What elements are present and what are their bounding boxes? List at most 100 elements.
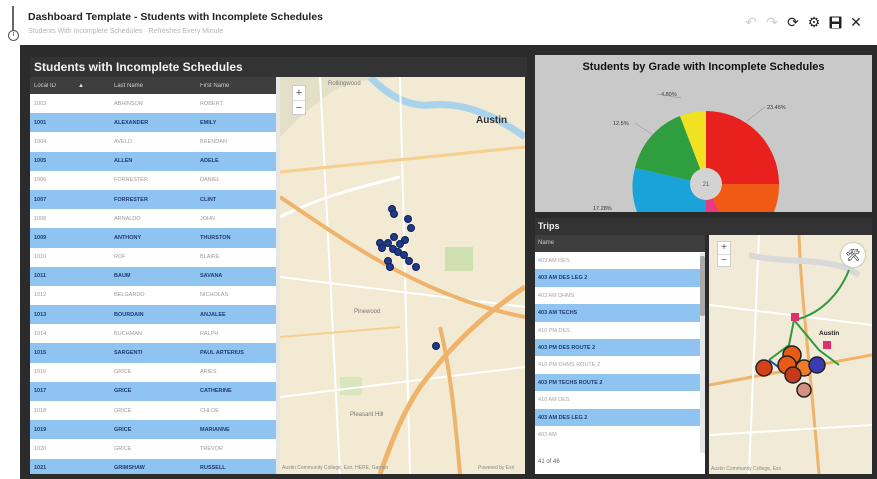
trip-list-item[interactable]: 403 AM DES LEG 2 — [535, 408, 705, 426]
cell-last-name: Anthony — [114, 234, 142, 241]
tools-button[interactable]: 🛠 — [841, 243, 865, 267]
cell-first-name: Nicholas — [200, 292, 229, 299]
student-location-marker[interactable] — [412, 263, 420, 271]
trips-map-attribution: Austin Community College, Esri — [711, 466, 782, 472]
trips-panel-title: Trips — [535, 218, 872, 235]
pie-center-label: 21 — [703, 182, 710, 188]
zoom-in-button[interactable]: + — [293, 86, 305, 100]
trips-map-basemap: Austin — [709, 235, 872, 474]
table-row[interactable]: 1005 Allen Adele — [30, 151, 278, 171]
table-row[interactable]: 1008 Arnaldo John — [30, 209, 278, 228]
zoom-out-button[interactable]: − — [718, 254, 730, 266]
column-header-first-name[interactable]: First Name — [186, 83, 278, 89]
cell-last-name: Grimshaw — [114, 465, 145, 472]
trip-list-item[interactable]: 410 AM DES — [535, 391, 705, 408]
close-icon[interactable]: ✕ — [849, 14, 863, 30]
cell-first-name: Aries — [200, 369, 217, 376]
cell-local-id: 1015 — [34, 350, 47, 357]
pie-label: 12.5% — [613, 121, 629, 127]
table-row[interactable]: 1001 Alexander Emily — [30, 113, 278, 133]
cell-local-id: 1010 — [34, 254, 47, 261]
table-row[interactable]: 1020 Grice Trevor — [30, 439, 278, 458]
cell-first-name: Marianne — [200, 426, 230, 433]
cell-last-name: Arnaldo — [114, 215, 141, 222]
table-row[interactable]: 1010 Rof Blaire — [30, 248, 278, 267]
map-label-austin: Austin — [476, 115, 508, 126]
cell-local-id: 1016 — [34, 369, 47, 376]
trip-list-item[interactable]: 410 PM DES — [535, 322, 705, 339]
cell-last-name: Belgardo — [114, 292, 145, 299]
table-row[interactable]: 1014 Buchman Ralph — [30, 324, 278, 343]
table-row[interactable]: 1006 Forrester Daniel — [30, 171, 278, 190]
student-location-marker[interactable] — [407, 224, 415, 232]
student-location-marker[interactable] — [390, 210, 398, 218]
cell-first-name: Brendan — [200, 138, 227, 145]
table-row[interactable]: 1013 Bourdain Anjalee — [30, 305, 278, 325]
student-location-marker[interactable] — [396, 240, 404, 248]
cell-local-id: 1018 — [34, 407, 47, 414]
table-row[interactable]: 1007 Forrester Clint — [30, 189, 278, 210]
trip-list-item[interactable]: 403 PM DES ROUTE 2 — [535, 338, 705, 357]
table-row[interactable]: 1018 Grice Chloe — [30, 401, 278, 420]
pie-label: 17.28% — [593, 206, 612, 212]
student-location-marker[interactable] — [386, 263, 394, 271]
save-icon[interactable] — [828, 14, 842, 30]
column-header-last-name[interactable]: Last Name — [94, 83, 186, 89]
table-row[interactable]: 1011 Baum Savana — [30, 266, 278, 286]
cell-local-id: 1003 — [34, 100, 47, 107]
cell-local-id: 1019 — [34, 426, 47, 433]
grade-pie-panel: Students by Grade with Incomplete Schedu… — [535, 55, 872, 212]
trip-list-item[interactable]: 403 PM TECHS ROUTE 2 — [535, 373, 705, 392]
cell-last-name: Rof — [114, 254, 126, 261]
table-row[interactable]: 1009 Anthony Thurston — [30, 228, 278, 248]
cell-first-name: Savana — [200, 273, 223, 280]
student-location-marker[interactable] — [432, 342, 440, 350]
trips-scrollbar-thumb[interactable] — [700, 256, 705, 316]
cell-local-id: 1021 — [34, 465, 47, 472]
trips-column-header[interactable]: Name — [535, 235, 705, 252]
cell-last-name: Forrester — [114, 196, 148, 203]
settings-icon[interactable]: ⚙ — [807, 14, 821, 30]
trip-list-item[interactable]: 403 AM TECHS — [535, 304, 705, 322]
redo-icon[interactable]: ↷ — [765, 14, 779, 30]
cell-local-id: 1001 — [34, 119, 47, 126]
table-row[interactable]: 1021 Grimshaw Russell — [30, 458, 278, 474]
cell-local-id: 1007 — [34, 196, 47, 203]
table-row[interactable]: 1003 Abhinson Robert — [30, 94, 278, 113]
zoom-in-button[interactable]: + — [718, 242, 730, 254]
info-icon[interactable]: i — [8, 30, 19, 41]
cell-first-name: Emily — [200, 119, 217, 126]
table-row[interactable]: 1019 Grice Marianne — [30, 420, 278, 440]
cell-last-name: Grice — [114, 407, 132, 414]
table-row[interactable]: 1012 Belgardo Nicholas — [30, 286, 278, 305]
cell-local-id: 1008 — [34, 215, 47, 222]
cell-first-name: Chloe — [200, 407, 219, 414]
trip-list-item[interactable]: 403 AM DHMS — [535, 287, 705, 304]
students-map[interactable]: + − Austin Rollingwood Pleasant Hill Pin… — [280, 77, 525, 474]
refresh-icon[interactable]: ⟳ — [786, 14, 800, 30]
trips-map-label-austin: Austin — [819, 330, 839, 337]
trips-list: Name 403 AM DES 403 AM DES LEG 2 403 AM DH… — [535, 235, 705, 474]
column-header-local-id[interactable]: Local ID ▲ — [30, 83, 94, 89]
map-label-place: Pinewood — [354, 309, 381, 315]
trip-list-item[interactable]: 403 AM DES LEG 2 — [535, 269, 705, 287]
undo-icon[interactable]: ↶ — [744, 14, 758, 30]
trips-items: 403 AM DES 403 AM DES LEG 2 403 AM DHMS 403… — [535, 252, 705, 443]
sort-ascending-icon[interactable]: ▲ — [78, 83, 84, 89]
trips-map[interactable]: Austin + − 🛠 Austin Community College, E… — [709, 235, 872, 474]
trip-list-item[interactable]: 403 AM — [535, 426, 705, 443]
trips-count: 41 of 46 — [538, 459, 560, 465]
trips-map-zoom-control: + − — [717, 241, 731, 267]
table-row[interactable]: 1004 Avelo Brendan — [30, 132, 278, 151]
table-row[interactable]: 1017 Grice Catherine — [30, 381, 278, 401]
trip-list-item[interactable]: 410 PM DHMS ROUTE 2 — [535, 356, 705, 373]
table-row[interactable]: 1016 Grice Aries — [30, 363, 278, 382]
cell-last-name: Forrester — [114, 177, 148, 184]
grade-pie-chart[interactable]: 21 4.80% 12.5% 17.28% 23.46% — [535, 55, 872, 212]
zoom-out-button[interactable]: − — [293, 100, 305, 114]
table-row[interactable]: 1015 Sargenti Paul Arterius — [30, 343, 278, 363]
table-body: 1003 Abhinson Robert 1001 Alexander Emily 1004… — [30, 94, 278, 474]
cell-first-name: Daniel — [200, 177, 220, 184]
trip-list-item[interactable]: 403 AM DES — [535, 252, 705, 269]
student-location-marker[interactable] — [404, 215, 412, 223]
